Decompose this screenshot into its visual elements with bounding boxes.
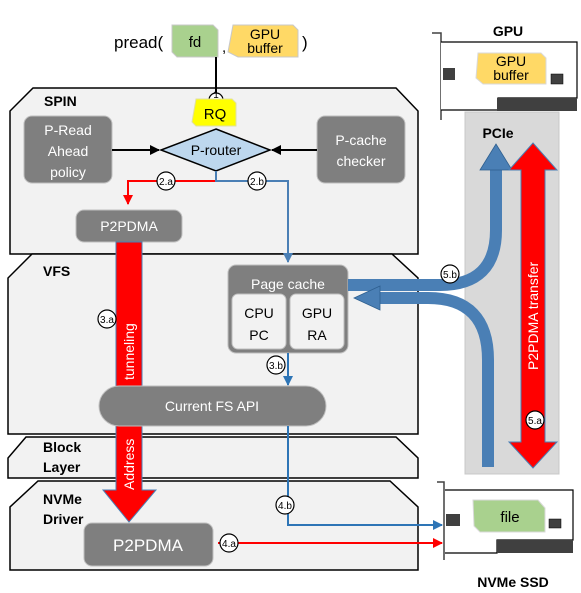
checker-line1: P-cache <box>335 132 387 148</box>
nvme-p2pdma-label: P2PDMA <box>113 536 184 555</box>
nvme-ssd-card: file NVMe SSD <box>437 481 574 590</box>
spin-p2pdma-box: P2PDMA <box>75 209 183 243</box>
gpu-card-title: GPU <box>493 23 523 39</box>
layer-title-spin: SPIN <box>44 93 77 109</box>
tunneling-label: tunneling <box>121 323 137 380</box>
step-4b-marker: 4.b <box>275 495 295 515</box>
gpu-card-pins <box>497 98 577 111</box>
spin-architecture-diagram: SPIN VFS Block Layer NVMe Driver PCIe pr… <box>7 23 578 590</box>
address-label: Address <box>121 439 137 490</box>
ssd-title: NVMe SSD <box>477 574 549 590</box>
p-cache-checker-box: P-cache checker <box>316 115 406 184</box>
layer-title-block-1: Block <box>43 439 81 455</box>
step-5a-label: 5.a <box>528 416 542 427</box>
readahead-line2: Ahead <box>48 143 88 159</box>
layer-title-nvme-1: NVMe <box>43 491 82 507</box>
step-2a-marker: 2.a <box>156 171 176 191</box>
layer-title-vfs: VFS <box>43 263 70 279</box>
layer-title-block-2: Layer <box>43 459 81 475</box>
spin-p2pdma-label: P2PDMA <box>100 218 158 234</box>
arg-separator: , <box>222 39 226 56</box>
step-3a-marker: 3.a <box>97 309 117 329</box>
pcie-title: PCIe <box>482 125 513 141</box>
step-4a-marker: 4.a <box>219 533 239 553</box>
step-3b-label: 3.b <box>269 361 283 372</box>
pread-call: pread( fd , GPU buffer ) <box>114 24 308 98</box>
readahead-line1: P-Read <box>44 122 91 138</box>
fd-label: fd <box>189 34 202 51</box>
ssd-card-pins <box>497 540 573 553</box>
page-cache-box: Page cache CPU PC GPU RA <box>227 264 349 354</box>
pread-close: ) <box>302 33 308 52</box>
cpu-pc-line1: CPU <box>244 305 274 321</box>
gpu-ra-line1: GPU <box>302 305 332 321</box>
cpu-pc-line2: PC <box>249 327 268 343</box>
layer-title-nvme-2: Driver <box>43 511 84 527</box>
checker-line2: checker <box>336 153 385 169</box>
step-5b-marker: 5.b <box>440 264 460 284</box>
current-fs-api-box: Current FS API <box>98 385 327 427</box>
step-3b-marker: 3.b <box>266 355 286 375</box>
step-5a-marker: 5.a <box>525 410 545 430</box>
router-label: P-router <box>191 142 242 158</box>
step-2a-label: 2.a <box>159 177 173 188</box>
step-4b-label: 4.b <box>278 501 292 512</box>
fs-api-label: Current FS API <box>165 398 259 414</box>
readahead-line3: policy <box>50 164 86 180</box>
layer-block: Block Layer <box>7 436 419 479</box>
p2pdma-transfer-label: P2PDMA transfer <box>525 262 541 370</box>
ssd-file-label: file <box>500 509 519 526</box>
gpu-card-buffer-line2: buffer <box>493 67 529 83</box>
step-5b-label: 5.b <box>443 270 457 281</box>
step-2b-label: 2.b <box>250 177 264 188</box>
step-4a-label: 4.a <box>222 539 236 550</box>
rq-box: RQ <box>191 98 237 127</box>
gpu-card: GPU GPU buffer <box>432 23 578 120</box>
nvme-p2pdma-box: P2PDMA <box>83 522 214 567</box>
pread-func: pread( <box>114 33 163 52</box>
step-2b-marker: 2.b <box>247 171 267 191</box>
page-cache-label: Page cache <box>251 276 325 292</box>
gpu-ra-line2: RA <box>307 327 327 343</box>
p-readahead-policy-box: P-Read Ahead policy <box>23 115 113 184</box>
gpu-buffer-arg-line2: buffer <box>247 40 283 56</box>
step-3a-label: 3.a <box>100 315 114 326</box>
rq-label: RQ <box>204 106 227 123</box>
